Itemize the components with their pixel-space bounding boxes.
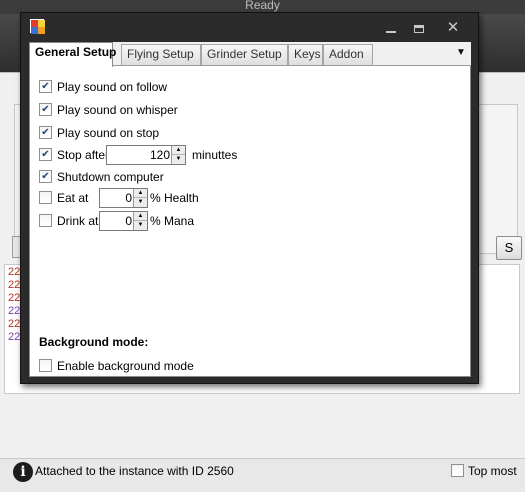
stop-after-stepper[interactable]: 120 ▲ ▼ [106,145,186,165]
spin-up-icon[interactable]: ▲ [134,189,147,198]
topmost-checkbox-box[interactable] [451,464,464,477]
spin-down-icon[interactable]: ▼ [134,198,147,207]
stop-after-label: Stop after [57,148,110,162]
eat-at-checkbox[interactable] [39,191,52,204]
spin-up-icon[interactable]: ▲ [134,212,147,221]
tab-keys[interactable]: Keys [288,44,323,65]
topmost-label: Top most [468,464,517,478]
drink-at-checkbox[interactable] [39,214,52,227]
log-line: 22 [8,266,21,278]
play-sound-follow-checkbox[interactable] [39,80,52,93]
shutdown-checkbox[interactable] [39,170,52,183]
stop-after-unit: minuttes [192,148,238,162]
stop-after-spinner[interactable]: ▲ ▼ [171,146,185,164]
play-sound-whisper-checkbox[interactable] [39,103,52,116]
drink-at-option: Drink at 0 ▲ ▼ % Mana [39,211,239,231]
close-icon[interactable]: ✕ [443,20,463,35]
stop-after-value[interactable]: 120 [150,148,170,162]
play-sound-whisper-label: Play sound on whisper [57,103,178,117]
spin-down-icon[interactable]: ▼ [134,221,147,230]
background-mode-heading: Background mode: [39,335,149,349]
eat-at-label: Eat at [57,191,89,205]
drink-at-unit: % Mana [150,214,195,228]
log-line: 22 [8,305,21,317]
app-title: Ready [245,0,280,12]
maximize-icon[interactable] [409,21,429,35]
drink-at-spinner[interactable]: ▲ ▼ [133,212,147,230]
play-sound-stop-checkbox[interactable] [39,126,52,139]
enable-background-label: Enable background mode [57,359,194,373]
status-bar: i Attached to the instance with ID 2560 … [0,458,525,492]
drink-at-label: Drink at [57,214,99,228]
log-line: 22 [8,318,21,330]
tab-general-setup[interactable]: General Setup [29,42,116,67]
eat-at-spinner[interactable]: ▲ ▼ [133,189,147,207]
play-sound-stop-label: Play sound on stop [57,126,160,140]
enable-background-checkbox[interactable] [39,359,52,372]
play-sound-follow-label: Play sound on follow [57,80,168,94]
spin-up-icon[interactable]: ▲ [172,146,185,155]
tab-strip: General Setup Flying Setup Grinder Setup… [29,42,471,67]
log-line: 22 [8,331,21,343]
tab-grinder-setup[interactable]: Grinder Setup [201,44,288,65]
status-text: Attached to the instance with ID 2560 [35,464,234,478]
eat-at-option: Eat at 0 ▲ ▼ % Health [39,188,239,208]
tab-addon[interactable]: Addon [323,44,373,65]
spin-down-icon[interactable]: ▼ [172,155,185,164]
general-setup-panel: Play sound on follow Play sound on whisp… [29,66,471,377]
drink-at-stepper[interactable]: 0 ▲ ▼ [99,211,148,231]
stop-after-option: Stop after 120 ▲ ▼ minuttes [39,145,259,165]
drink-at-value[interactable]: 0 [125,214,132,228]
eat-at-unit: % Health [150,191,199,205]
log-line: 22 [8,292,21,304]
tab-flying-setup[interactable]: Flying Setup [121,44,201,65]
shutdown-label: Shutdown computer [57,170,164,184]
minimize-icon[interactable] [381,21,401,35]
stop-after-checkbox[interactable] [39,148,52,161]
info-icon: i [13,462,33,482]
eat-at-stepper[interactable]: 0 ▲ ▼ [99,188,148,208]
app-s-button[interactable]: S [496,236,522,260]
log-line: 22 [8,279,21,291]
app-bottom-area [0,395,525,457]
eat-at-value[interactable]: 0 [125,191,132,205]
app-logo-icon [30,19,45,34]
tab-list-dropdown-icon[interactable]: ▼ [454,46,468,60]
settings-dialog: ✕ General Setup Flying Setup Grinder Set… [20,12,479,384]
